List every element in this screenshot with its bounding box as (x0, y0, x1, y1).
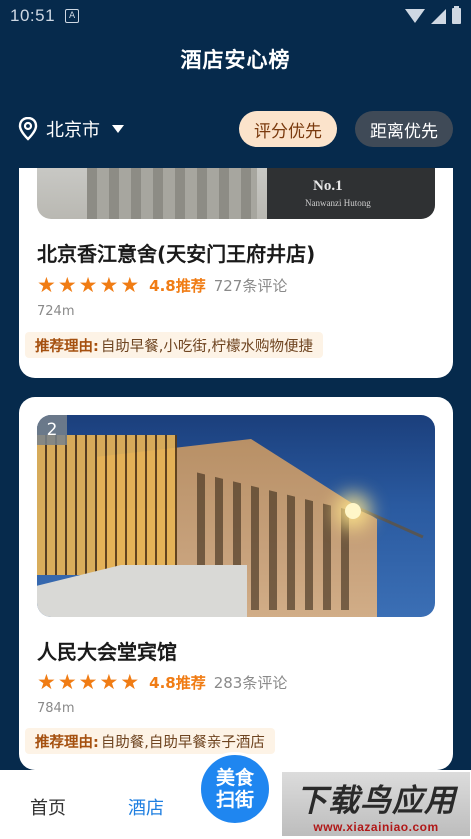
status-bar: 10:51 A (0, 0, 471, 32)
watermark-main: 下载鸟应用 (296, 782, 456, 819)
caret-down-icon (112, 125, 124, 133)
notification-a-icon: A (65, 9, 80, 23)
reason-text: 自助早餐,小吃街,柠檬水购物便捷 (100, 338, 314, 355)
location-pin-icon (18, 117, 38, 141)
wifi-icon (405, 9, 425, 23)
star-icon: ★ (78, 273, 98, 297)
recommend-reason: 推荐理由: 自助早餐,小吃街,柠檬水购物便捷 (25, 332, 324, 358)
food-button-line2: 扫街 (215, 789, 254, 811)
rank-badge: 2 (37, 415, 67, 445)
star-icon: ★ (78, 670, 98, 694)
status-indicators (405, 6, 461, 24)
city-label: 北京市 (46, 120, 100, 141)
photo-sign-text: No.1 (313, 178, 343, 194)
sort-by-distance-button[interactable]: 距离优先 (355, 111, 453, 147)
star-icon: ★ (37, 273, 56, 297)
food-scan-button[interactable]: 美食 扫街 (198, 752, 272, 826)
battery-icon (452, 6, 461, 24)
photo-glass-facade (37, 435, 177, 575)
score: 4.8推荐 (149, 276, 206, 295)
star-icon: ★ (99, 273, 119, 297)
star-icon: ★ (57, 670, 77, 694)
page-title: 酒店安心榜 (180, 48, 291, 72)
status-time: 10:51 (10, 6, 56, 25)
hotel-name: 人民大会堂宾馆 (37, 640, 177, 664)
star-icon: ★ (120, 273, 140, 297)
rating-row: ★ ★ ★ ★ ★ 4.8推荐 283条评论 (37, 671, 287, 693)
watermark-logo: 下载鸟应用 www.xiazainiao.com (282, 772, 470, 836)
photo-building (87, 168, 257, 219)
signal-icon (431, 8, 446, 24)
photo-sign: No.1 Nanwanzi Hutong (267, 168, 435, 219)
sort-buttons: 评分优先 距离优先 (239, 111, 453, 147)
review-count: 727条评论 (213, 276, 288, 295)
hotel-photo: 2 (37, 415, 435, 617)
food-button-line1: 美食 (215, 767, 254, 789)
star-rating: ★ ★ ★ ★ ★ (37, 671, 139, 693)
star-icon: ★ (37, 670, 56, 694)
hotel-name: 北京香江意舍(天安门王府井店) (37, 242, 316, 266)
review-count: 283条评论 (213, 673, 288, 692)
photo-street-lamp (345, 503, 361, 519)
watermark-url: www.xiazainiao.com (313, 819, 439, 834)
distance: 724m (37, 304, 75, 319)
rating-row: ★ ★ ★ ★ ★ 4.8推荐 727条评论 (37, 274, 287, 296)
hotel-photo: No.1 Nanwanzi Hutong (37, 168, 435, 219)
nav-hotel-tab[interactable]: 酒店 (128, 794, 164, 820)
star-icon: ★ (57, 273, 77, 297)
star-icon: ★ (99, 670, 119, 694)
hotel-card[interactable]: No.1 Nanwanzi Hutong 北京香江意舍(天安门王府井店) ★ ★… (19, 168, 453, 378)
score: 4.8推荐 (149, 673, 206, 692)
distance: 784m (37, 701, 75, 716)
star-icon: ★ (120, 670, 140, 694)
star-rating: ★ ★ ★ ★ ★ (37, 274, 139, 296)
reason-text: 自助餐,自助早餐亲子酒店 (100, 734, 265, 751)
photo-sign-subtext: Nanwanzi Hutong (305, 198, 371, 208)
recommend-reason: 推荐理由: 自助餐,自助早餐亲子酒店 (25, 728, 275, 754)
sort-by-rating-button[interactable]: 评分优先 (239, 111, 337, 147)
reason-label: 推荐理由: (35, 734, 99, 751)
reason-label: 推荐理由: (35, 338, 99, 355)
filter-row: 北京市 评分优先 距离优先 (0, 108, 471, 150)
hotel-card[interactable]: 2 人民大会堂宾馆 ★ ★ ★ ★ ★ 4.8推荐 283条评论 784m 推荐… (19, 397, 453, 770)
nav-home-tab[interactable]: 首页 (30, 794, 66, 820)
city-selector[interactable]: 北京市 (18, 116, 124, 142)
